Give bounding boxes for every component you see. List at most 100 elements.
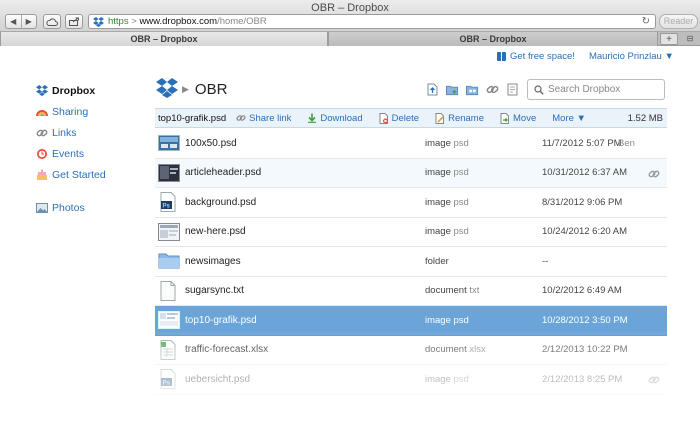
share-link-button[interactable]: Share link (236, 113, 291, 124)
icloud-tabs-button[interactable] (43, 14, 61, 29)
url-scheme-separator: > (128, 16, 140, 27)
file-kind-label: image (425, 196, 451, 208)
rename-icon (435, 112, 445, 124)
back-button[interactable]: ◀ (6, 15, 21, 28)
sidebar-item-dropbox[interactable]: Dropbox (36, 80, 146, 101)
file-name: newsimages (185, 255, 241, 267)
file-extension: psd (453, 137, 469, 149)
account-links: Get free space! Mauricio Prinzlau ▼ (497, 51, 674, 62)
download-button[interactable]: Download (307, 113, 363, 124)
file-kind-label: image (425, 314, 451, 326)
svg-text:Ps: Ps (163, 381, 171, 387)
paperclip-icon[interactable] (648, 168, 660, 183)
rename-button[interactable]: Rename (435, 112, 485, 124)
url-path: /home/OBR (217, 16, 267, 27)
window-title: OBR – Dropbox (311, 2, 389, 14)
reload-icon[interactable]: ↻ (642, 16, 650, 27)
new-folder-icon[interactable] (446, 83, 459, 96)
get-link-icon[interactable] (486, 83, 499, 96)
file-name: sugarsync.txt (185, 285, 244, 297)
upload-icon[interactable] (426, 83, 439, 96)
image-thumbnail-icon (158, 133, 180, 153)
file-modified: -- (542, 255, 549, 267)
move-label: Move (513, 112, 537, 124)
table-row[interactable]: new-here.psd image psd 10/24/2012 6:20 A… (155, 218, 667, 247)
search-input[interactable] (548, 84, 658, 95)
file-extension: txt (469, 285, 480, 297)
url-scheme: https (108, 16, 129, 27)
table-row[interactable]: Ps background.psd image psd 8/31/2012 9:… (155, 188, 667, 218)
file-kind: image psd (425, 315, 469, 326)
search-box[interactable] (527, 79, 665, 100)
tab-obr-dropbox-2[interactable]: OBR – Dropbox (328, 32, 658, 46)
forward-button[interactable]: ▶ (20, 15, 37, 28)
file-extension: xlsx (469, 344, 486, 356)
file-kind-label: folder (425, 255, 449, 267)
file-modified: 2/12/2013 10:22 PM (542, 344, 628, 356)
file-name: new-here.psd (185, 226, 246, 238)
text-file-icon (158, 280, 178, 301)
file-modified: 10/28/2012 3:50 PM (542, 314, 628, 326)
sidebar-item-photos[interactable]: Photos (36, 197, 146, 218)
url-host: www.dropbox.com (139, 16, 218, 27)
deleted-files-icon[interactable] (506, 83, 519, 96)
page-title: OBR (194, 81, 228, 98)
file-kind: image psd (425, 138, 469, 149)
sidebar-item-label: Dropbox (52, 84, 96, 97)
table-row[interactable]: articleheader.psd image psd 10/31/2012 6… (155, 158, 667, 188)
tab-list-button[interactable]: ⊟ (682, 33, 698, 45)
browser-titlebar: OBR – Dropbox ◀ ▶ https > www.dropbox.co… (0, 0, 700, 32)
file-kind-label: image (425, 226, 451, 238)
paperclip-icon[interactable] (648, 374, 660, 389)
sidebar-item-sharing[interactable]: Sharing (36, 101, 146, 122)
share-button[interactable] (65, 14, 83, 29)
new-tab-button[interactable]: + (660, 33, 678, 45)
sidebar-item-links[interactable]: Links (36, 122, 146, 143)
sidebar-item-get-started[interactable]: Get Started (36, 164, 146, 185)
table-row-selected[interactable]: top10-grafik.psd image psd 10/28/2012 3:… (155, 306, 667, 336)
user-menu[interactable]: Mauricio Prinzlau ▼ (589, 51, 674, 62)
table-row[interactable]: sugarsync.txt document txt 10/2/2012 6:4… (155, 277, 667, 306)
rename-label: Rename (448, 112, 485, 124)
file-kind: image psd (425, 197, 469, 208)
dropbox-icon (36, 85, 48, 97)
image-thumbnail-icon (158, 163, 180, 183)
search-icon (534, 84, 544, 95)
file-name: top10-grafik.psd (185, 314, 257, 326)
shared-folder-icon[interactable] (466, 83, 479, 96)
file-modified: 10/2/2012 6:49 AM (542, 285, 622, 297)
selection-action-bar: top10-grafik.psd Share link Download Del… (155, 108, 667, 128)
tab-bar: OBR – Dropbox OBR – Dropbox + ⊟ (0, 32, 700, 46)
share-arrow-icon (68, 17, 79, 26)
delete-button[interactable]: Delete (379, 112, 419, 124)
table-row[interactable]: 100x50.psd image psd 11/7/2012 5:07 PM B… (155, 129, 667, 159)
sidebar-item-label: Links (52, 126, 77, 139)
folder-toolbar (426, 83, 519, 96)
table-row[interactable]: traffic-forecast.xlsx document xlsx 2/12… (155, 336, 667, 365)
dropbox-home-icon[interactable] (156, 78, 178, 101)
nav-buttons: ◀ ▶ (5, 14, 37, 29)
tab-obr-dropbox-1[interactable]: OBR – Dropbox (0, 32, 328, 46)
file-kind: image psd (425, 167, 469, 178)
reader-button[interactable]: Reader (659, 14, 698, 29)
table-row[interactable]: newsimages folder -- (155, 247, 667, 277)
gift-icon (497, 52, 506, 61)
file-extension: psd (453, 196, 469, 208)
psd-file-icon: Ps (158, 369, 178, 389)
sidebar-item-events[interactable]: Events (36, 143, 146, 164)
file-modified: 2/12/2013 8:25 PM (542, 373, 623, 385)
file-name: traffic-forecast.xlsx (185, 344, 269, 356)
more-button[interactable]: More ▼ (552, 113, 586, 124)
photos-icon (36, 202, 48, 214)
sidebar-item-label: Events (52, 147, 85, 160)
breadcrumb: ▶ OBR (156, 78, 227, 101)
cloud-icon (46, 17, 58, 26)
file-kind: image psd (425, 226, 469, 237)
address-bar[interactable]: https > www.dropbox.com/home/OBR ↻ (88, 14, 656, 29)
get-free-space-link[interactable]: Get free space! (510, 51, 575, 62)
move-button[interactable]: Move (500, 112, 537, 124)
breadcrumb-separator-icon: ▶ (182, 84, 189, 94)
table-row[interactable]: Ps uebersicht.psd image psd 2/12/2013 8:… (155, 365, 667, 395)
selected-file-name: top10-grafik.psd (158, 112, 227, 124)
